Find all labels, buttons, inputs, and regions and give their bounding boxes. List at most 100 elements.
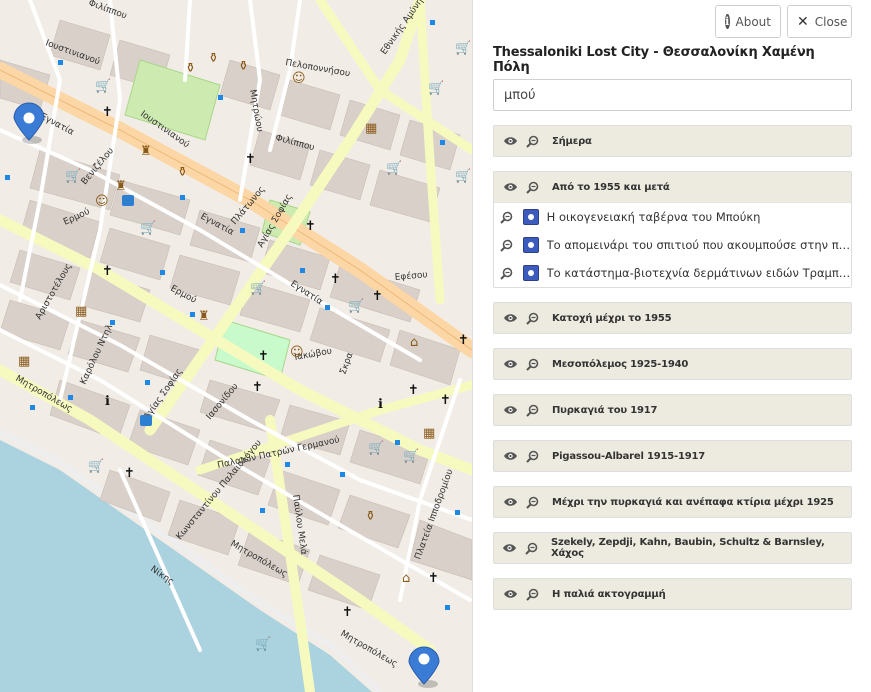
shop-icon: 🛒 [428, 80, 444, 96]
zoom-icon[interactable] [524, 541, 540, 555]
layer-header[interactable]: Μεσοπόλεμος 1925-1940 [494, 349, 851, 379]
zoom-icon[interactable] [524, 134, 540, 148]
street-label: Φιλίππου [87, 0, 128, 22]
zoom-icon[interactable] [524, 357, 540, 371]
eye-icon[interactable] [502, 541, 518, 555]
church-icon: ✝ [458, 333, 469, 348]
eye-icon[interactable] [502, 587, 518, 601]
shop-icon: 🛒 [348, 298, 364, 314]
close-button-label: Close [814, 14, 848, 29]
eye-icon[interactable] [502, 403, 518, 417]
zoom-icon[interactable] [524, 180, 540, 194]
layer-header[interactable]: Pigassou-Albarel 1915-1917 [494, 441, 851, 471]
map-view[interactable]: Εγνατία Εγνατία Εγνατία Ερμού Ερμού Μητρ… [0, 0, 472, 692]
bus-stop-icon [122, 195, 134, 206]
eye-icon[interactable] [502, 495, 518, 509]
theatre-icon: ☺ [290, 345, 304, 360]
page-title: Thessaloniki Lost City - Θεσσαλονίκη Χαμ… [493, 45, 815, 75]
church-icon: ✝ [102, 105, 113, 120]
layer-group: Pigassou-Albarel 1915-1917 [493, 440, 852, 472]
monument-icon: ♜ [198, 309, 210, 324]
side-panel: i About ✕ Close Thessaloniki Lost City -… [472, 0, 871, 692]
search-input[interactable] [493, 79, 852, 111]
layer-header[interactable]: Szekely, Zepdji, Kahn, Baubin, Schultz &… [494, 533, 851, 563]
layer-title: Από το 1955 και μετά [552, 181, 670, 193]
layer-group: Σήμερα [493, 125, 852, 157]
shop-icon: 🛒 [250, 280, 266, 296]
zoom-icon[interactable] [524, 587, 540, 601]
marker-icon [522, 209, 539, 225]
layer-group: Πυρκαγιά του 1917 [493, 394, 852, 426]
eye-icon[interactable] [502, 449, 518, 463]
park-roman-forum [124, 59, 221, 141]
church-icon: ✝ [305, 219, 316, 234]
theatre-icon: ☺ [292, 71, 306, 86]
layer-title: Πυρκαγιά του 1917 [552, 404, 658, 416]
cinema-icon: ▦ [423, 426, 435, 441]
zoom-icon[interactable] [499, 266, 515, 280]
church-icon: ✝ [245, 152, 256, 167]
layer-title: Μεσοπόλεμος 1925-1940 [552, 358, 689, 370]
list-item[interactable]: Το απομεινάρι του σπιτιού που ακουμπούσε… [494, 231, 851, 259]
layer-header[interactable]: Η παλιά ακτογραμμή [494, 579, 851, 609]
shop-icon: 🛒 [386, 160, 402, 176]
cinema-icon: ▦ [365, 121, 377, 136]
close-button[interactable]: ✕ Close [787, 5, 852, 38]
theatre-icon: ☺ [95, 194, 109, 209]
eye-icon[interactable] [502, 311, 518, 325]
church-icon: ✝ [440, 393, 451, 408]
church-icon: ✝ [124, 466, 135, 481]
shop-icon: 🛒 [455, 40, 471, 56]
map-pin[interactable] [408, 646, 440, 688]
close-icon: ✕ [797, 13, 809, 30]
layer-group: Η παλιά ακτογραμμή [493, 578, 852, 610]
layer-title: Pigassou-Albarel 1915-1917 [552, 450, 706, 462]
layer-header[interactable]: Από το 1955 και μετά [494, 172, 851, 202]
map-canvas[interactable]: Εγνατία Εγνατία Εγνατία Ερμού Ερμού Μητρ… [0, 0, 472, 692]
layer-title: Η παλιά ακτογραμμή [552, 588, 666, 600]
shop-icon: 🛒 [403, 448, 419, 464]
zoom-icon[interactable] [499, 210, 515, 224]
layer-items: Η οικογενειακή ταβέρνα του Μπούκη Το απομ… [494, 202, 851, 287]
street-label: Εφέσου [394, 269, 428, 283]
info-point-icon: ℹ [105, 394, 110, 409]
museum-icon: ⚱ [238, 59, 249, 74]
list-item[interactable]: Η οικογενειακή ταβέρνα του Μπούκη [494, 203, 851, 231]
church-icon: ✝ [372, 289, 383, 304]
shop-icon: 🛒 [455, 168, 471, 184]
layer-title: Κατοχή μέχρι το 1955 [552, 312, 672, 324]
zoom-icon[interactable] [524, 403, 540, 417]
eye-icon[interactable] [502, 134, 518, 148]
list-item[interactable]: Το κατάστημα-βιοτεχνία δερμάτινων ειδών … [494, 259, 851, 287]
zoom-icon[interactable] [524, 449, 540, 463]
cinema-icon: ▦ [75, 304, 87, 319]
zoom-icon[interactable] [524, 495, 540, 509]
layer-title: Μέχρι την πυρκαγιά και ανέπαφα κτίρια μέ… [552, 496, 834, 508]
layer-header[interactable]: Πυρκαγιά του 1917 [494, 395, 851, 425]
eye-icon[interactable] [502, 180, 518, 194]
church-icon: ✝ [342, 605, 353, 620]
monument-icon: ♜ [115, 179, 127, 194]
layer-header[interactable]: Σήμερα [494, 126, 851, 156]
museum-icon: ⚱ [208, 51, 219, 66]
list-item-label: Το κατάστημα-βιοτεχνία δερμάτινων ειδών … [546, 266, 851, 280]
cinema-icon: ▦ [18, 354, 30, 369]
zoom-icon[interactable] [524, 311, 540, 325]
layer-header[interactable]: Κατοχή μέχρι το 1955 [494, 303, 851, 333]
shop-icon: 🛒 [140, 220, 156, 236]
marker-icon [522, 237, 539, 253]
church-icon: ✝ [258, 349, 269, 364]
zoom-icon[interactable] [499, 238, 515, 252]
shop-icon: 🛒 [65, 168, 81, 184]
about-button-label: About [735, 14, 771, 29]
layer-group: Μέχρι την πυρκαγιά και ανέπαφα κτίρια μέ… [493, 486, 852, 518]
about-button[interactable]: i About [715, 5, 781, 38]
shop-icon: 🛒 [88, 458, 104, 474]
bank-icon: ⌂ [410, 335, 418, 350]
layer-group: Κατοχή μέχρι το 1955 [493, 302, 852, 334]
eye-icon[interactable] [502, 357, 518, 371]
layer-title: Σήμερα [552, 135, 592, 147]
layer-header[interactable]: Μέχρι την πυρκαγιά και ανέπαφα κτίρια μέ… [494, 487, 851, 517]
church-icon: ✝ [408, 383, 419, 398]
church-icon: ✝ [252, 380, 263, 395]
